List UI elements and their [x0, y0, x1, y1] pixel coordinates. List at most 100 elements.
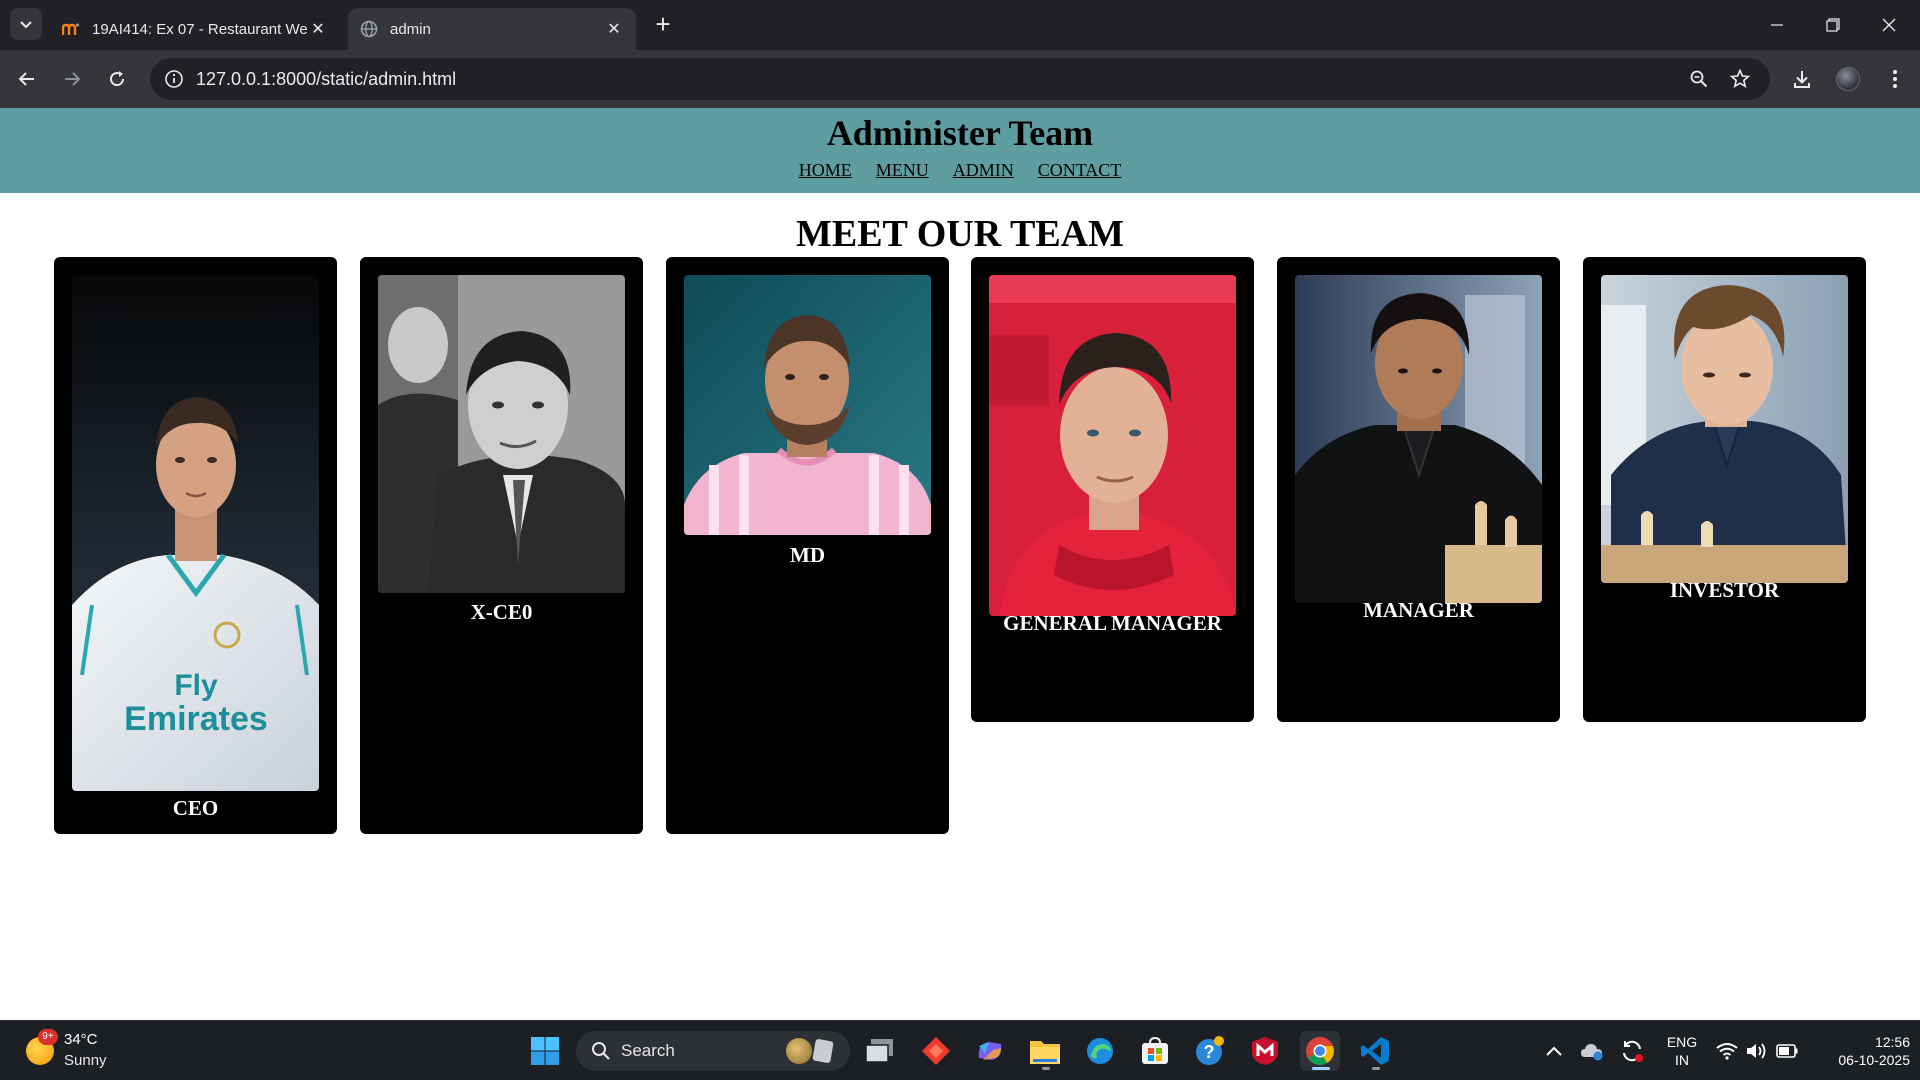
- team-card-manager: MANAGER: [1277, 257, 1560, 722]
- download-icon: [1794, 71, 1810, 88]
- member-role: GENERAL MANAGER: [1003, 611, 1222, 635]
- show-hidden-icons-button[interactable]: [1534, 1031, 1574, 1071]
- member-photo-investor: [1601, 275, 1848, 583]
- taskbar-app-store[interactable]: [1135, 1031, 1175, 1071]
- running-indicator: [1372, 1067, 1380, 1070]
- start-button[interactable]: [525, 1031, 565, 1071]
- tab-title: 19AI414: Ex 07 - Restaurant We: [92, 20, 308, 38]
- red-diamond-icon: [922, 1037, 950, 1065]
- chevron-up-icon: [1546, 1046, 1562, 1056]
- forward-button[interactable]: [55, 62, 89, 96]
- nav-link-home[interactable]: HOME: [799, 160, 852, 181]
- team-card-ceo: Fly Emirates CEO: [54, 257, 337, 834]
- tab-title: admin: [390, 20, 431, 38]
- minimize-icon: [1771, 24, 1783, 26]
- folder-icon: [1030, 1041, 1060, 1064]
- browser-tab-strip: 19AI414: Ex 07 - Restaurant We ✕ admin ✕…: [0, 0, 1920, 50]
- volume-icon: [1747, 1043, 1766, 1059]
- tab-restaurant[interactable]: 19AI414: Ex 07 - Restaurant We ✕: [50, 8, 340, 50]
- wifi-icon: [1716, 1043, 1738, 1060]
- nav-link-admin[interactable]: ADMIN: [953, 160, 1014, 181]
- onedrive-tray[interactable]: [1572, 1031, 1612, 1071]
- close-icon[interactable]: ✕: [308, 19, 328, 39]
- vscode-icon: [1361, 1037, 1389, 1065]
- taskbar-app-anydesk[interactable]: [916, 1031, 956, 1071]
- taskbar-app-vscode[interactable]: [1355, 1031, 1395, 1071]
- taskbar-app-copilot[interactable]: [970, 1031, 1010, 1071]
- profile-button[interactable]: [1833, 64, 1863, 94]
- close-icon: [1882, 18, 1896, 32]
- restore-icon: [1826, 18, 1840, 32]
- taskbar-task-view[interactable]: [860, 1031, 900, 1071]
- arrow-right-icon: [65, 72, 81, 86]
- search-highlight-icon: [786, 1038, 812, 1064]
- team-card-xceo: X-CE0: [360, 257, 643, 834]
- notification-badge: 9+: [38, 1029, 58, 1045]
- nav-link-contact[interactable]: CONTACT: [1038, 160, 1122, 181]
- taskbar: 9+ 34°C Sunny Search ? ENG IN 12:56 06-1…: [0, 1020, 1920, 1080]
- new-tab-button[interactable]: +: [650, 11, 676, 38]
- address-bar[interactable]: 127.0.0.1:8000/static/admin.html: [150, 58, 1770, 100]
- site-header: Administer Team HOME MENU ADMIN CONTACT: [0, 108, 1920, 193]
- taskbar-app-help[interactable]: ?: [1190, 1031, 1230, 1071]
- svg-text:?: ?: [1204, 1042, 1215, 1062]
- clock[interactable]: 12:56 06-10-2025: [1810, 1033, 1910, 1069]
- running-indicator: [1042, 1067, 1050, 1070]
- running-indicator: [1312, 1067, 1330, 1070]
- member-photo-ceo: Fly Emirates: [72, 275, 319, 791]
- search-icon: [592, 1042, 610, 1060]
- member-role: MD: [790, 543, 825, 567]
- shirt-print-line2: Emirates: [124, 700, 268, 738]
- member-role: X-CE0: [470, 600, 533, 624]
- store-icon: [1142, 1036, 1168, 1064]
- nav-link-menu[interactable]: MENU: [876, 160, 929, 181]
- team-heading: MEET OUR TEAM: [796, 213, 1124, 255]
- team-card-md: MD: [666, 257, 949, 834]
- chrome-icon: [1306, 1037, 1334, 1065]
- browser-toolbar: 127.0.0.1:8000/static/admin.html: [0, 50, 1920, 108]
- sync-icon: [1623, 1040, 1643, 1062]
- cloud-icon: [1581, 1044, 1603, 1061]
- weather-temperature: 34°C: [64, 1031, 98, 1048]
- close-icon[interactable]: ✕: [604, 19, 624, 39]
- restore-button[interactable]: [1810, 0, 1856, 50]
- windows-icon: [531, 1037, 559, 1065]
- url-text: 127.0.0.1:8000/static/admin.html: [196, 69, 457, 89]
- task-view-icon: [865, 1039, 893, 1063]
- taskbar-app-file-explorer[interactable]: [1025, 1031, 1065, 1071]
- sync-tray[interactable]: [1612, 1031, 1652, 1071]
- clock-date: 06-10-2025: [1838, 1052, 1910, 1068]
- back-button[interactable]: [10, 62, 44, 96]
- taskbar-search[interactable]: Search: [576, 1031, 850, 1071]
- site-info-icon[interactable]: [162, 67, 186, 91]
- member-photo-md: [684, 275, 931, 535]
- reload-button[interactable]: [100, 62, 134, 96]
- taskbar-app-mcafee[interactable]: [1245, 1031, 1285, 1071]
- team-card-general-manager: GENERAL MANAGER: [971, 257, 1254, 722]
- chevron-down-icon: [20, 21, 32, 29]
- minimize-button[interactable]: [1754, 0, 1800, 50]
- clock-time: 12:56: [1874, 1034, 1910, 1050]
- page-viewport: Administer Team HOME MENU ADMIN CONTACT …: [0, 108, 1920, 1020]
- tab-search-button[interactable]: [10, 8, 42, 40]
- zoom-icon[interactable]: [1687, 67, 1711, 91]
- tab-admin[interactable]: admin ✕: [348, 8, 636, 50]
- taskbar-app-edge[interactable]: [1080, 1031, 1120, 1071]
- taskbar-app-chrome[interactable]: [1300, 1031, 1340, 1071]
- download-button[interactable]: [1787, 64, 1817, 94]
- member-role: CEO: [172, 796, 219, 820]
- site-nav: HOME MENU ADMIN CONTACT: [0, 160, 1920, 181]
- shirt-print-line1: Fly: [174, 669, 218, 702]
- member-role: INVESTOR: [1669, 578, 1780, 602]
- bookmark-star-icon[interactable]: [1728, 67, 1752, 91]
- member-photo-xceo: [378, 275, 625, 593]
- close-window-button[interactable]: [1866, 0, 1912, 50]
- menu-button[interactable]: [1880, 64, 1910, 94]
- search-label: Search: [621, 1041, 675, 1060]
- language-code: ENG: [1666, 1034, 1698, 1050]
- quick-settings[interactable]: [1712, 1031, 1802, 1071]
- member-role: MANAGER: [1363, 598, 1474, 622]
- language-indicator[interactable]: ENG IN: [1660, 1033, 1704, 1069]
- kebab-menu-icon: [1893, 70, 1897, 88]
- reload-icon: [110, 71, 125, 87]
